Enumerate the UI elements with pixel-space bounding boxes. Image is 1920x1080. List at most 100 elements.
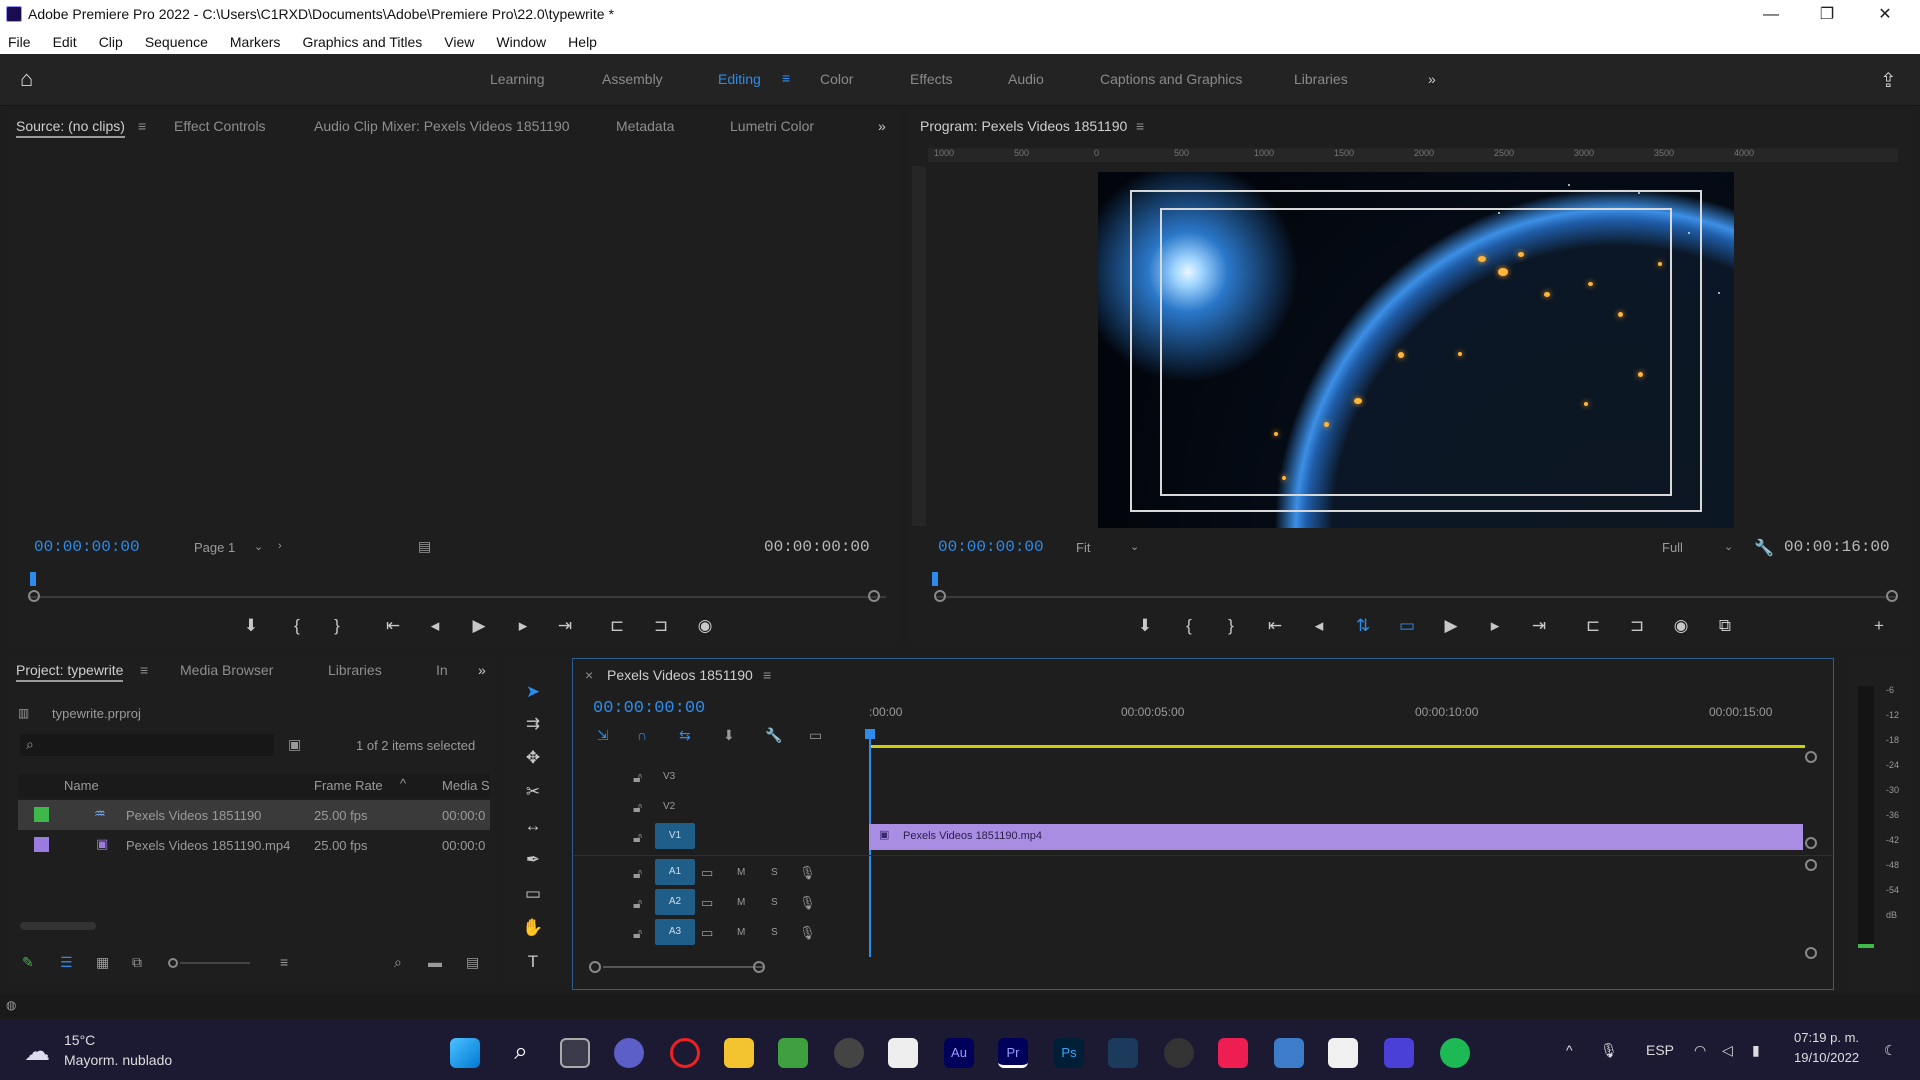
zoom-handle-left[interactable] <box>28 590 40 602</box>
program-scrub-bar[interactable] <box>936 596 1896 598</box>
go-to-out-icon[interactable]: ⇥ <box>554 616 576 636</box>
lock-icon[interactable]: 🔓︎ <box>633 925 642 942</box>
track-target-a1[interactable]: A1 <box>655 859 695 885</box>
multi-camera-icon[interactable]: ⧉ <box>1714 616 1736 636</box>
lock-icon[interactable]: 🔓︎ <box>633 829 642 846</box>
workspace-color[interactable]: Color <box>820 71 853 87</box>
sort-ascending-icon[interactable]: ^ <box>400 776 406 791</box>
project-scrollbar[interactable] <box>20 922 96 930</box>
video-clip[interactable]: ▣ Pexels Videos 1851190.mp4 <box>869 824 1803 850</box>
rectangle-tool-icon[interactable]: ▭ <box>518 884 548 912</box>
app-blue-icon[interactable] <box>1274 1038 1304 1068</box>
mark-out-icon[interactable]: } <box>1220 616 1242 636</box>
menu-graphics-titles[interactable]: Graphics and Titles <box>302 34 422 50</box>
zoom-slider-handle[interactable] <box>168 958 178 968</box>
menu-view[interactable]: View <box>444 34 474 50</box>
menu-sequence[interactable]: Sequence <box>145 34 208 50</box>
panel-more-icon[interactable]: » <box>478 662 486 678</box>
clock-date[interactable]: 19/10/2022 <box>1794 1050 1859 1065</box>
tab-libraries[interactable]: Libraries <box>328 662 382 678</box>
zoom-handle-right[interactable] <box>753 961 765 973</box>
freeform-view-icon[interactable]: ⧉ <box>132 954 142 971</box>
weather-desc[interactable]: Mayorm. nublado <box>64 1052 172 1068</box>
tab-menu-icon[interactable]: ≡ <box>1136 118 1144 134</box>
add-marker-icon[interactable]: ⬇ <box>1134 616 1156 636</box>
store-icon[interactable] <box>1328 1038 1358 1068</box>
add-marker-icon[interactable]: ⬇ <box>723 727 735 744</box>
source-playhead[interactable] <box>30 572 36 586</box>
microphone-icon[interactable]: 🎙︎ <box>799 895 816 911</box>
step-forward-icon[interactable]: ▸ <box>512 616 534 636</box>
share-icon[interactable]: ⇪ <box>1880 68 1897 93</box>
column-media-start[interactable]: Media S <box>442 778 490 793</box>
app-green-icon[interactable] <box>778 1038 808 1068</box>
chevron-down-icon[interactable]: ⌄ <box>1724 540 1733 553</box>
slip-tool-icon[interactable]: ↔ <box>518 816 548 844</box>
tab-sequence[interactable]: Pexels Videos 1851190 <box>607 667 753 683</box>
chevron-down-icon[interactable]: ⌄ <box>1130 540 1139 553</box>
home-icon[interactable]: ⌂ <box>20 66 33 92</box>
go-to-in-icon[interactable]: ⇤ <box>382 616 404 636</box>
search-icon[interactable]: ⌕ <box>506 1038 536 1068</box>
workspace-learning[interactable]: Learning <box>490 71 545 87</box>
workspace-audio[interactable]: Audio <box>1008 71 1044 87</box>
timeline-settings-icon[interactable]: 🔧 <box>765 727 782 744</box>
tab-lumetri-color[interactable]: Lumetri Color <box>730 118 814 134</box>
solo-button[interactable]: S <box>771 927 778 938</box>
chevron-down-icon[interactable]: ⌄ <box>254 540 263 553</box>
source-playhead-timecode[interactable]: 00:00:00:00 <box>34 538 140 556</box>
new-bin-from-search-icon[interactable]: ▣ <box>288 736 301 753</box>
workspace-libraries[interactable]: Libraries <box>1294 71 1348 87</box>
tab-info[interactable]: In <box>436 662 448 678</box>
wifi-icon[interactable]: ◠ <box>1694 1042 1706 1059</box>
pencil-icon[interactable]: ✎ <box>22 954 34 971</box>
vertical-zoom-handle[interactable] <box>1805 837 1817 849</box>
lock-icon[interactable]: 🔓︎ <box>633 865 642 882</box>
zoom-handle-left[interactable] <box>934 590 946 602</box>
vertical-zoom-handle[interactable] <box>1805 947 1817 959</box>
tab-menu-icon[interactable]: ≡ <box>140 662 148 678</box>
find-icon[interactable]: ⌕ <box>394 954 402 971</box>
menu-edit[interactable]: Edit <box>53 34 77 50</box>
razor-tool-icon[interactable]: ✂ <box>518 782 548 810</box>
play-icon[interactable]: ▶ <box>468 616 490 636</box>
microphone-icon[interactable]: 🎙︎ <box>799 925 816 941</box>
add-button-icon[interactable]: + <box>1868 616 1890 636</box>
source-page-select[interactable]: Page 1 <box>194 540 235 555</box>
vertical-zoom-handle[interactable] <box>1805 859 1817 871</box>
export-frame-icon[interactable]: ◉ <box>1670 616 1692 636</box>
list-view-icon[interactable]: ☰ <box>60 954 73 971</box>
sync-lock-icon[interactable]: ▭ <box>701 895 713 911</box>
project-search-input[interactable] <box>20 734 274 756</box>
mark-in-icon[interactable]: { <box>286 616 308 636</box>
close-icon[interactable]: × <box>585 667 593 683</box>
microphone-icon[interactable]: 🎙︎ <box>1600 1042 1618 1059</box>
weather-temp[interactable]: 15°C <box>64 1032 95 1048</box>
step-forward-icon[interactable]: ▸ <box>1484 616 1506 636</box>
microphone-icon[interactable]: 🎙︎ <box>799 865 816 881</box>
tab-metadata[interactable]: Metadata <box>616 118 674 134</box>
language-indicator[interactable]: ESP <box>1646 1042 1674 1058</box>
item-name[interactable]: Pexels Videos 1851190 <box>126 808 261 823</box>
track-target-a2[interactable]: A2 <box>655 889 695 915</box>
playhead-handle[interactable] <box>865 729 875 739</box>
mute-button[interactable]: M <box>737 867 745 878</box>
tab-program[interactable]: Program: Pexels Videos 1851190 <box>920 118 1127 134</box>
track-select-tool-icon[interactable]: ⇉ <box>518 714 548 742</box>
nest-icon[interactable]: ⇲ <box>597 727 609 744</box>
quality-select[interactable]: Full <box>1662 540 1683 555</box>
tab-media-browser[interactable]: Media Browser <box>180 662 273 678</box>
new-bin-icon[interactable]: ▬ <box>428 954 442 970</box>
mark-in-icon[interactable]: { <box>1178 616 1200 636</box>
comparison-icon[interactable]: ⇅ <box>1352 616 1374 636</box>
lock-icon[interactable]: 🔓︎ <box>633 895 642 912</box>
mute-button[interactable]: M <box>737 897 745 908</box>
obs-icon[interactable] <box>834 1038 864 1068</box>
audition-icon[interactable]: Au <box>944 1038 974 1068</box>
workspaces-more-icon[interactable]: » <box>1428 71 1436 87</box>
menu-markers[interactable]: Markers <box>230 34 281 50</box>
pen-tool-icon[interactable]: ✒ <box>518 850 548 878</box>
opera-icon[interactable] <box>670 1038 700 1068</box>
davinci-icon[interactable] <box>1108 1038 1138 1068</box>
zoom-slider-track[interactable] <box>180 962 250 964</box>
